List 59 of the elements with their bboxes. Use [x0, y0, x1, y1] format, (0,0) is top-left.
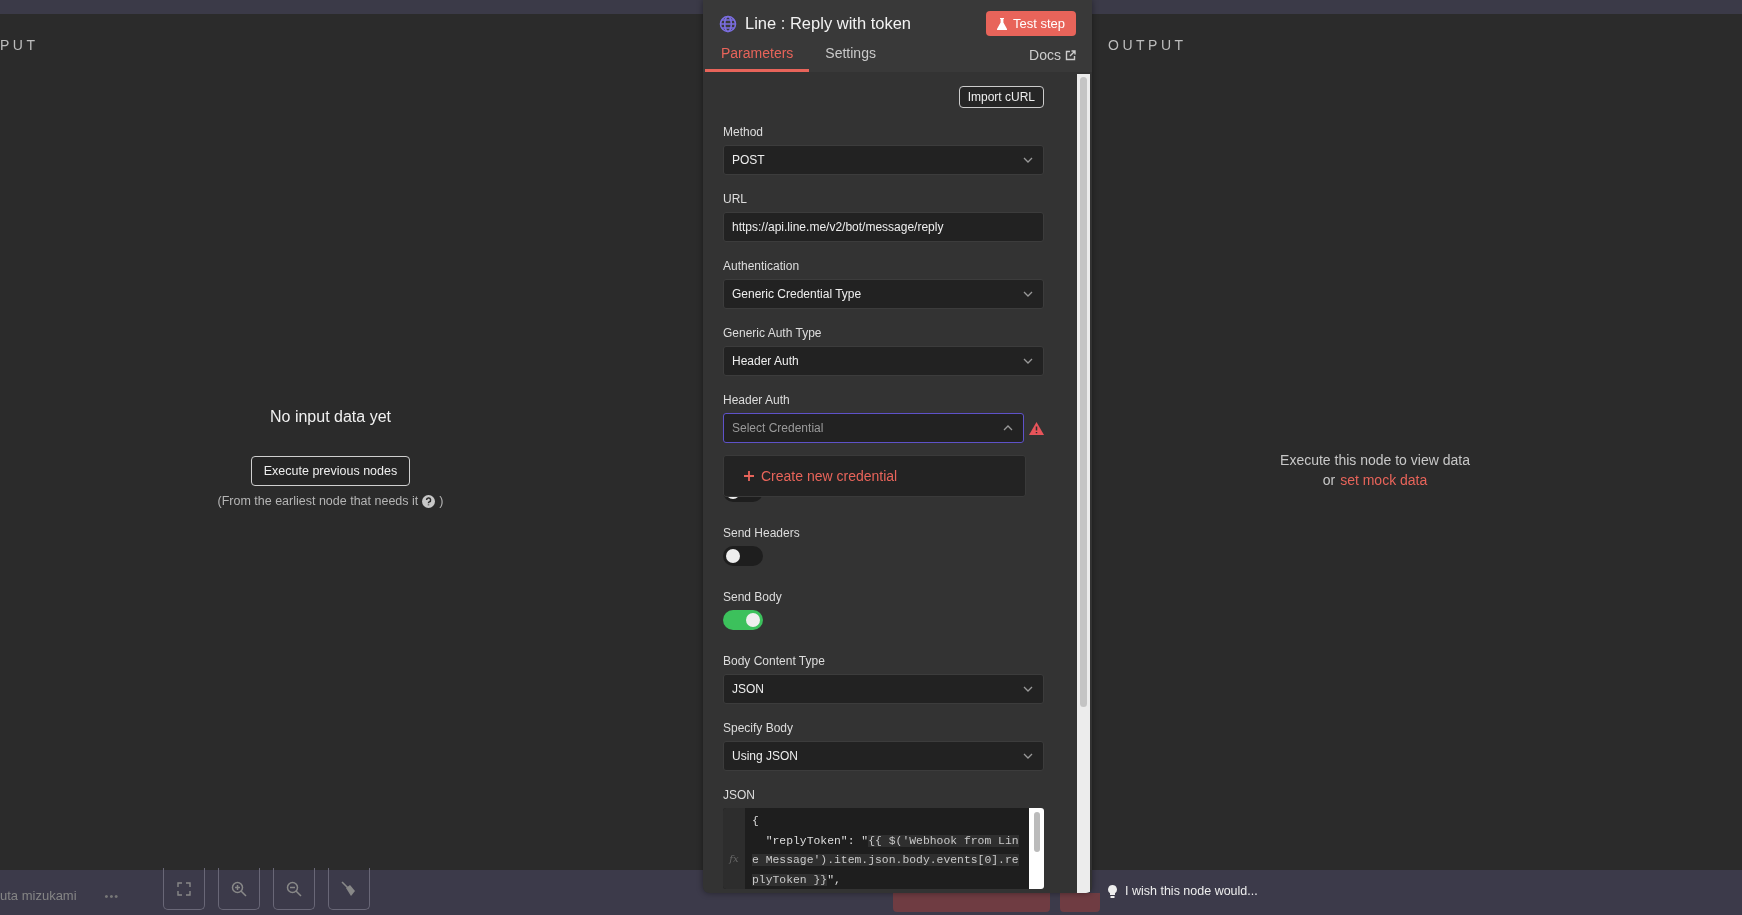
- hint-text: (From the earliest node that needs it: [217, 494, 419, 508]
- feedback-text[interactable]: I wish this node would...: [1125, 884, 1258, 898]
- field-label: Header Auth: [723, 393, 791, 407]
- tab[interactable]: Settings: [809, 45, 892, 72]
- lightbulb-icon: [1108, 884, 1117, 898]
- hint-text: ): [439, 494, 444, 508]
- tidy-up-button[interactable]: [328, 868, 371, 910]
- select-field[interactable]: POST: [723, 145, 1044, 175]
- globe-icon: [719, 14, 737, 33]
- user-name: uta mizukami: [0, 888, 77, 903]
- fit-view-button[interactable]: [163, 868, 206, 910]
- zoom-out-icon: [286, 880, 303, 897]
- execute-previous-button[interactable]: Execute previous nodes: [250, 456, 411, 486]
- scrollbar-thumb[interactable]: [1080, 77, 1087, 707]
- toggle-switch[interactable]: [723, 610, 763, 630]
- field-label: Method: [723, 125, 765, 139]
- select-field[interactable]: Select Credential: [723, 413, 1024, 443]
- chevron-down-icon: [1023, 291, 1033, 297]
- empty-message: Execute this node to view data: [1280, 452, 1470, 468]
- docs-link[interactable]: Docs: [1029, 47, 1076, 63]
- code-line: "replyToken": "{{ $('Webhook from Lin: [764, 833, 1020, 849]
- empty-message: No input data yet: [270, 408, 391, 426]
- chevron-down-icon: [1023, 686, 1033, 692]
- zoom-out-button[interactable]: [273, 868, 316, 910]
- select-field[interactable]: Header Auth: [723, 346, 1044, 376]
- field-label: Body Content Type: [723, 654, 826, 668]
- chevron-down-icon: [1023, 157, 1033, 163]
- broom-icon: [341, 880, 358, 897]
- code-line: {: [752, 814, 760, 829]
- or-text: or: [1322, 472, 1336, 488]
- field-label: URL: [723, 192, 748, 206]
- chevron-down-icon: [1023, 358, 1033, 364]
- field-label: Send Body: [723, 590, 783, 604]
- help-icon[interactable]: [422, 494, 436, 508]
- pane-title: PUT: [0, 37, 40, 53]
- plus-icon: [744, 471, 754, 481]
- tab[interactable]: Parameters: [705, 45, 810, 72]
- field-label: Specify Body: [723, 721, 795, 735]
- node-title: Line : Reply with token: [745, 14, 912, 33]
- zoom-in-icon: [231, 880, 248, 897]
- import-curl-button[interactable]: Import cURL: [958, 86, 1044, 108]
- create-credential-option[interactable]: Create new credential: [744, 468, 1005, 484]
- field-label: Generic Auth Type: [723, 326, 823, 340]
- toggle-switch[interactable]: [723, 546, 763, 566]
- select-field[interactable]: Using JSON: [723, 741, 1044, 771]
- field-label: Send Headers: [723, 526, 801, 540]
- field-label: Authentication: [723, 259, 801, 273]
- zoom-in-button[interactable]: [218, 868, 261, 910]
- select-field[interactable]: JSON: [723, 674, 1044, 704]
- field-label: JSON: [723, 788, 756, 802]
- set-mock-data-link[interactable]: set mock data: [1340, 472, 1428, 488]
- chevron-up-icon: [1003, 425, 1013, 431]
- external-link-icon: [1065, 49, 1076, 61]
- pane-title: OUTPUT: [1108, 37, 1188, 53]
- flask-icon: [996, 17, 1007, 30]
- select-field[interactable]: Generic Credential Type: [723, 279, 1044, 309]
- chevron-down-icon: [1023, 753, 1033, 759]
- input-field[interactable]: https://api.line.me/v2/bot/message/reply: [723, 212, 1044, 242]
- fullscreen-icon: [177, 881, 192, 896]
